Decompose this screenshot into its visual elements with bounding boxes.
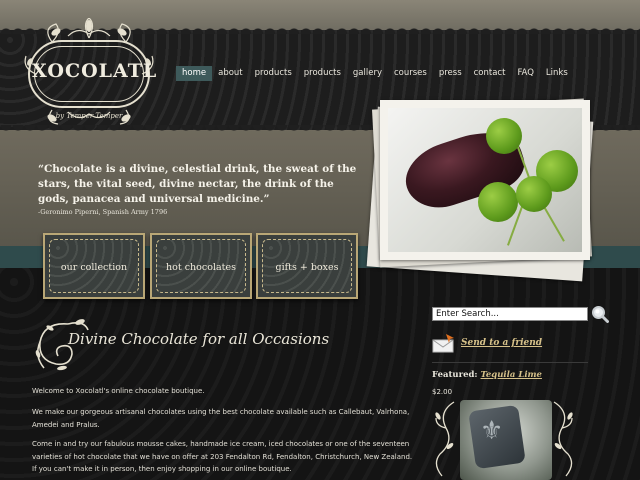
ornament-left bbox=[435, 401, 455, 477]
green-berry bbox=[516, 176, 552, 212]
green-berry bbox=[486, 118, 522, 154]
featured-label: Featured: bbox=[432, 370, 478, 380]
category-label: gifts + boxes bbox=[275, 262, 339, 273]
green-berry bbox=[478, 182, 518, 222]
visit-paragraph: Come in and try our fabulous mousse cake… bbox=[32, 440, 413, 473]
send-to-friend-link[interactable]: Send to a friend bbox=[461, 338, 542, 348]
featured-product-image[interactable]: ⚜ bbox=[432, 398, 576, 480]
category-gifts-boxes-button[interactable]: gifts + boxes bbox=[256, 233, 358, 299]
nav-item-press[interactable]: press bbox=[433, 66, 468, 81]
search-icon[interactable] bbox=[591, 305, 609, 323]
nav-item-courses[interactable]: courses bbox=[388, 66, 433, 81]
category-our-collection-button[interactable]: our collection bbox=[43, 233, 145, 299]
nav-item-home[interactable]: home bbox=[176, 66, 213, 81]
hero-quote: “Chocolate is a divine, celestial drink,… bbox=[38, 163, 357, 205]
nav-item-links[interactable]: Links bbox=[540, 66, 574, 81]
intro-paragraph: Welcome to Xocolatl's online chocolate b… bbox=[32, 387, 205, 395]
page-title: Divine Chocolate for all Occasions bbox=[68, 330, 330, 348]
nav-item-faq[interactable]: FAQ bbox=[511, 66, 539, 81]
nav-item-gallery[interactable]: gallery bbox=[347, 66, 388, 81]
sidebar-divider bbox=[432, 362, 588, 363]
category-label: hot chocolates bbox=[166, 262, 236, 273]
category-label: our collection bbox=[60, 262, 128, 273]
nav-item-products-2[interactable]: products bbox=[298, 66, 347, 81]
featured-price: $2.00 bbox=[432, 388, 453, 396]
logo-wordmark: XOCOLATL bbox=[32, 60, 158, 82]
product-photo: ⚜ bbox=[460, 400, 552, 480]
nav-item-products[interactable]: products bbox=[249, 66, 298, 81]
chocolate-paragraph: We make our gorgeous artisanal chocolate… bbox=[32, 408, 410, 429]
category-hot-chocolates-button[interactable]: hot chocolates bbox=[150, 233, 252, 299]
site-logo[interactable]: XOCOLATL by Temper Temper bbox=[22, 18, 156, 126]
logo-tagline: by Temper Temper bbox=[55, 112, 123, 120]
quote-author: -Geronimo Piperni, Spanish Army 1796 bbox=[38, 208, 168, 216]
main-nav: home about products products gallery cou… bbox=[176, 66, 574, 81]
nav-item-about[interactable]: about bbox=[212, 66, 249, 81]
mail-icon[interactable] bbox=[432, 333, 456, 353]
ornament-right bbox=[553, 401, 573, 477]
search-input[interactable] bbox=[432, 307, 588, 321]
featured-heading: Featured: Tequila Lime bbox=[432, 370, 542, 380]
nav-item-contact[interactable]: contact bbox=[468, 66, 512, 81]
fleur-de-lis-icon: ⚜ bbox=[480, 416, 504, 446]
featured-product-link[interactable]: Tequila Lime bbox=[481, 370, 542, 380]
hero-chocolate-photo bbox=[388, 108, 582, 252]
